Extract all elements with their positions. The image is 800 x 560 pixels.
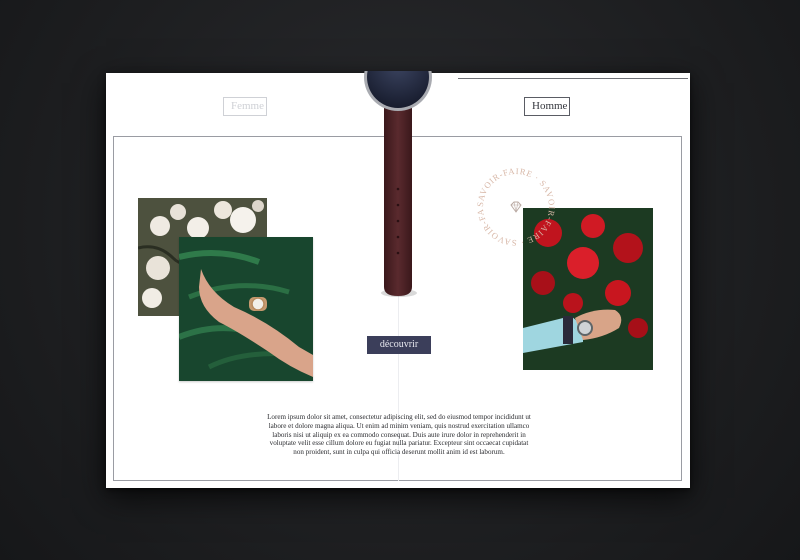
tab-femme[interactable]: Femme bbox=[223, 97, 267, 116]
tab-homme[interactable]: Homme bbox=[524, 97, 570, 116]
description-text: Lorem ipsum dolor sit amet, consectetur … bbox=[267, 413, 531, 456]
savoir-faire-badge: SAVOIR-FAIRE · SAVOIR-FAIRE · SAVOIR-FAI… bbox=[472, 163, 556, 248]
diamond-icon bbox=[510, 201, 522, 213]
decouvrir-button[interactable]: découvrir bbox=[367, 336, 431, 354]
watch-image bbox=[364, 71, 432, 297]
header-rule bbox=[458, 78, 688, 79]
landing-card: Femme Homme SAVOIR-FAIRE · SAVOIR-FAIRE … bbox=[106, 71, 690, 488]
photo-hand-fern bbox=[179, 237, 313, 381]
